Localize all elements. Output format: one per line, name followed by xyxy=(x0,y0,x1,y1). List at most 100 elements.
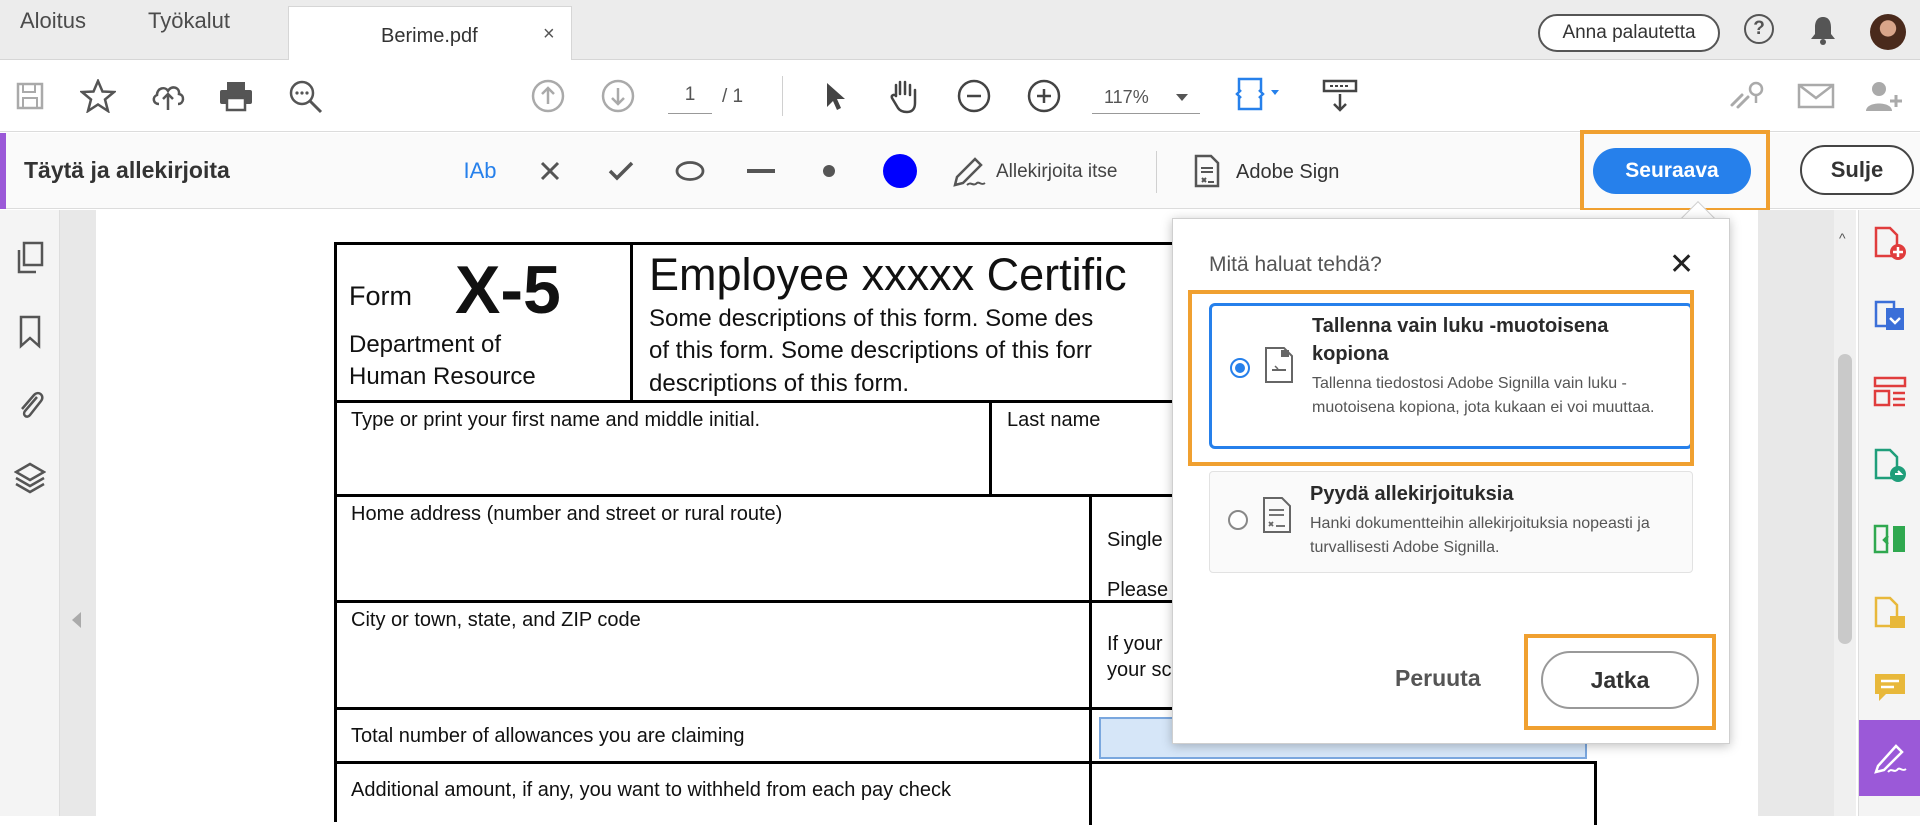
top-tab-bar: Aloitus Työkalut Berime.pdf × Anna palau… xyxy=(0,0,1920,61)
right-tools-sidebar xyxy=(1858,210,1920,816)
please-label: Please xyxy=(1107,579,1169,601)
print-icon[interactable] xyxy=(216,78,256,114)
adobe-sign-doc-icon[interactable] xyxy=(1190,154,1224,188)
department-label: Department of xyxy=(349,331,502,358)
export-pdf-icon[interactable] xyxy=(1872,300,1908,336)
row-divider-5 xyxy=(337,761,1597,764)
form-number: X-5 xyxy=(455,252,561,328)
left-sidebar xyxy=(0,210,60,816)
form-word: Form xyxy=(349,281,412,311)
adobe-sign-button[interactable]: Adobe Sign xyxy=(1236,161,1339,184)
sign-pen-icon[interactable] xyxy=(948,155,992,187)
zoom-search-icon[interactable] xyxy=(286,78,326,114)
page-number-input[interactable]: 1 xyxy=(668,84,712,114)
color-picker[interactable] xyxy=(880,154,920,188)
main-toolbar: 1 / 1 117% xyxy=(0,60,1920,132)
if-your-label: If your xyxy=(1107,633,1163,655)
zoom-in-icon[interactable] xyxy=(1024,78,1064,114)
zoom-value: 117% xyxy=(1104,87,1149,107)
fill-sign-title: Täytä ja allekirjoita xyxy=(24,157,230,183)
option-request-signatures-title: Pyydä allekirjoituksia xyxy=(1310,483,1514,505)
header-divider xyxy=(630,245,633,403)
attachment-icon[interactable] xyxy=(12,386,48,422)
document-tab-close-icon[interactable]: × xyxy=(543,23,555,46)
scrollbar-thumb[interactable] xyxy=(1838,354,1852,644)
name-divider xyxy=(989,403,992,497)
line-icon[interactable] xyxy=(744,155,778,187)
document-tab-title: Berime.pdf xyxy=(381,25,478,47)
close-fill-sign-button[interactable]: Sulje xyxy=(1800,145,1914,195)
last-name-label: Last name xyxy=(1007,409,1101,431)
notification-bell-icon[interactable] xyxy=(1808,14,1838,46)
radio-request-signatures[interactable] xyxy=(1228,510,1248,530)
option-request-signatures-desc: Hanki dokumentteihin allekirjoituksia no… xyxy=(1310,515,1650,556)
compare-icon[interactable] xyxy=(1872,522,1908,558)
signature-doc-icon xyxy=(1262,496,1292,534)
next-button-highlight xyxy=(1580,130,1770,212)
fit-page-icon[interactable] xyxy=(1232,77,1288,114)
your-sc-label: your sc xyxy=(1107,659,1172,681)
continue-button-highlight xyxy=(1524,634,1716,730)
right-column-divider xyxy=(1089,497,1092,825)
fill-sign-divider xyxy=(1156,151,1157,193)
add-text-tool[interactable]: IAb xyxy=(458,155,502,187)
collapse-left-panel-icon[interactable] xyxy=(72,612,81,628)
form-right-edge xyxy=(1594,761,1597,825)
form-desc-1: Some descriptions of this form. Some des xyxy=(649,305,1094,332)
edit-pdf-icon[interactable] xyxy=(1872,596,1908,632)
page-up-icon[interactable] xyxy=(528,78,568,114)
email-icon[interactable] xyxy=(1796,78,1836,114)
form-heading: Employee xxxxx Certific xyxy=(649,249,1127,300)
comment-icon[interactable] xyxy=(1872,670,1908,706)
city-label: City or town, state, and ZIP code xyxy=(351,609,641,631)
check-mark-icon[interactable] xyxy=(604,155,638,187)
fill-sign-tool-active[interactable] xyxy=(1859,720,1920,796)
vertical-scrollbar[interactable]: ^ xyxy=(1834,210,1856,816)
form-desc-2: of this form. Some descriptions of this … xyxy=(649,337,1092,364)
home-address-label: Home address (number and street or rural… xyxy=(351,503,783,525)
chevron-down-icon xyxy=(1176,94,1188,101)
fill-sign-accent xyxy=(0,133,6,209)
page-down-icon[interactable] xyxy=(598,78,638,114)
avatar[interactable] xyxy=(1870,14,1906,50)
cloud-upload-icon[interactable] xyxy=(148,78,188,114)
add-text-icon: IAb xyxy=(463,158,497,183)
additional-amount-label: Additional amount, if any, you want to w… xyxy=(351,779,951,801)
bookmark-icon[interactable] xyxy=(12,314,48,350)
add-user-icon[interactable] xyxy=(1864,78,1904,114)
department-label-2: Human Resource xyxy=(349,363,536,390)
bookmark-star-icon[interactable] xyxy=(78,78,118,114)
select-pointer-icon[interactable] xyxy=(814,78,854,114)
scroll-mode-icon[interactable] xyxy=(1320,78,1360,114)
popup-title: Mitä haluat tehdä? xyxy=(1209,253,1382,276)
toolbar-divider xyxy=(782,76,783,116)
dot-icon[interactable] xyxy=(816,155,842,187)
tab-tools[interactable]: Työkalut xyxy=(148,8,230,34)
save-icon[interactable] xyxy=(10,78,50,114)
hand-icon[interactable] xyxy=(884,78,924,114)
form-desc-3: descriptions of this form. xyxy=(649,370,910,397)
ellipse-icon[interactable] xyxy=(672,155,708,187)
zoom-out-icon[interactable] xyxy=(954,78,994,114)
page-total: / 1 xyxy=(722,86,744,107)
popup-close-icon[interactable]: ✕ xyxy=(1669,247,1694,282)
pages-icon[interactable] xyxy=(12,240,48,276)
sign-yourself-button[interactable]: Allekirjoita itse xyxy=(996,161,1117,183)
option-highlight xyxy=(1188,290,1694,466)
layers-icon[interactable] xyxy=(12,460,48,496)
feedback-button[interactable]: Anna palautetta xyxy=(1538,14,1720,52)
cancel-button[interactable]: Peruuta xyxy=(1395,665,1481,692)
share-link-icon[interactable] xyxy=(1726,78,1766,114)
share-pdf-icon[interactable] xyxy=(1872,448,1908,484)
tab-home[interactable]: Aloitus xyxy=(20,8,86,34)
document-tab[interactable]: Berime.pdf × xyxy=(288,6,572,61)
help-icon[interactable]: ? xyxy=(1744,14,1774,44)
fill-sign-icon xyxy=(1874,744,1907,774)
cross-mark-icon[interactable] xyxy=(534,155,566,187)
organize-pages-icon[interactable] xyxy=(1872,374,1908,410)
single-label: Single xyxy=(1107,529,1163,551)
scroll-up-icon[interactable]: ^ xyxy=(1839,230,1846,246)
zoom-select[interactable]: 117% xyxy=(1092,84,1200,114)
option-request-signatures[interactable]: Pyydä allekirjoituksia Hanki dokumenttei… xyxy=(1209,471,1693,573)
create-pdf-icon[interactable] xyxy=(1872,226,1908,262)
